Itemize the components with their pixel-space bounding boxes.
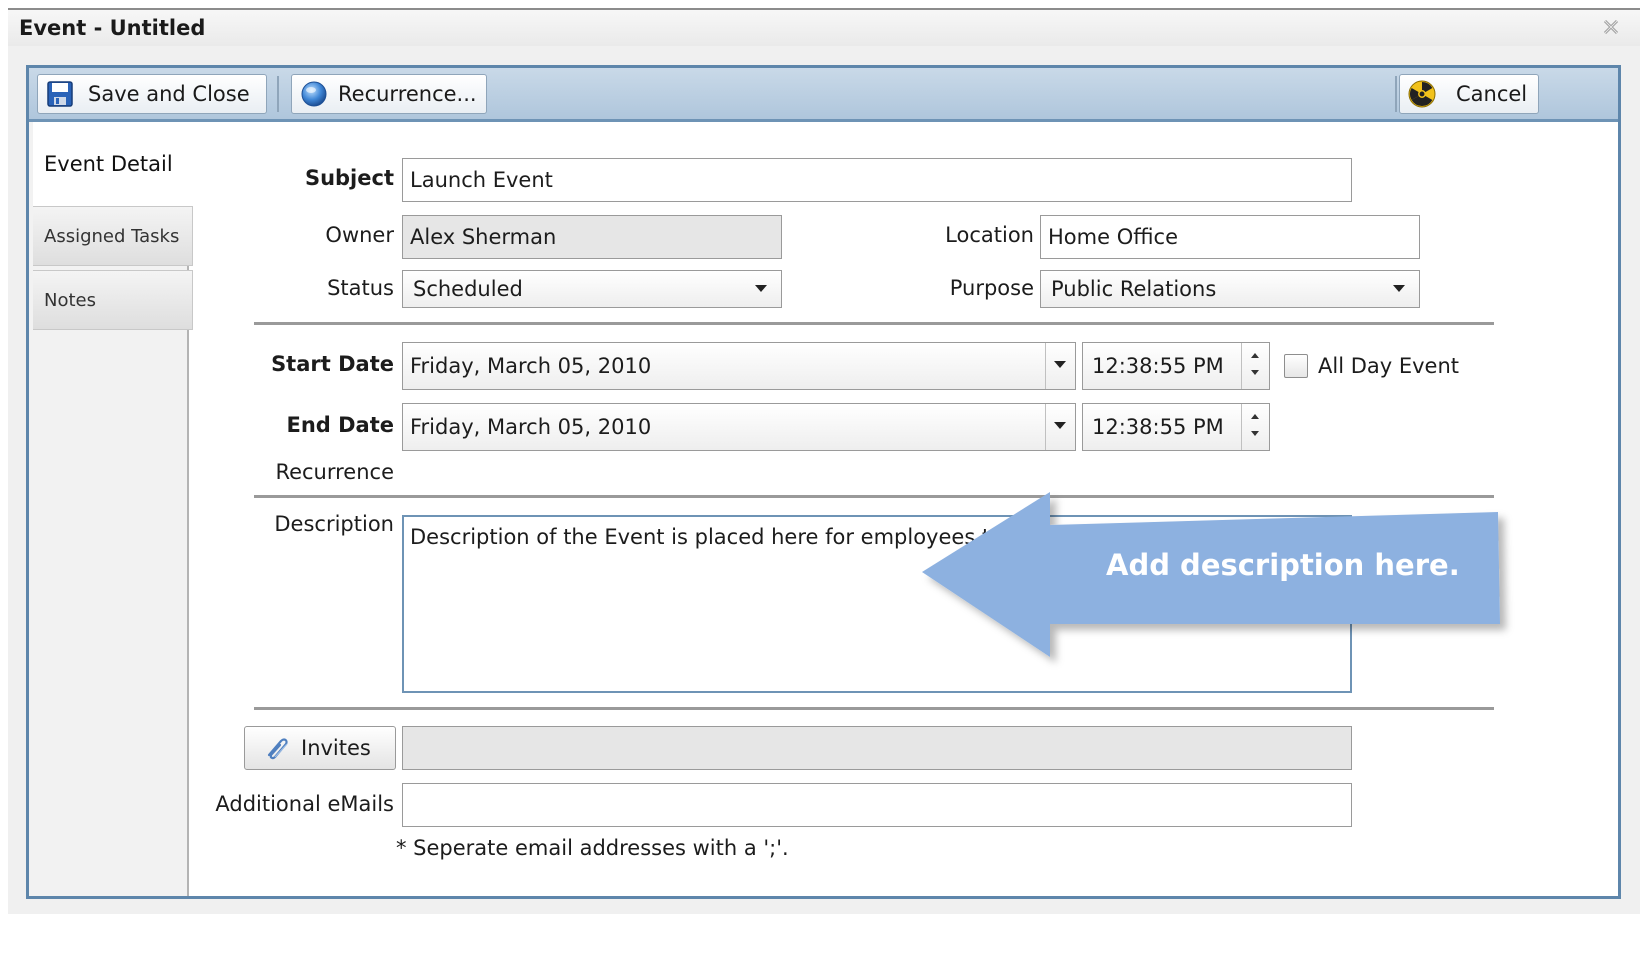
event-window: Event - Untitled Save and Close Recurren…: [8, 8, 1640, 914]
cancel-label: Cancel: [1456, 82, 1528, 106]
paperclip-icon: [263, 735, 293, 761]
owner-label: Owner: [325, 223, 394, 247]
save-and-close-label: Save and Close: [88, 82, 250, 106]
spin-down-icon: [1251, 431, 1259, 436]
end-time-spinner[interactable]: [1241, 404, 1269, 450]
additional-emails-field[interactable]: [402, 783, 1352, 827]
location-field[interactable]: Home Office: [1040, 215, 1420, 259]
owner-field: Alex Sherman: [402, 215, 782, 259]
additional-emails-label: Additional eMails: [215, 792, 394, 816]
globe-icon: [300, 80, 328, 108]
start-time-field[interactable]: 12:38:55 PM: [1082, 342, 1270, 390]
start-time-spinner[interactable]: [1241, 343, 1269, 389]
toolbar: Save and Close Recurrence... Cancel: [29, 68, 1618, 122]
purpose-value: Public Relations: [1051, 277, 1217, 301]
invites-button[interactable]: Invites: [244, 726, 396, 770]
end-date-value: Friday, March 05, 2010: [410, 415, 652, 439]
section-divider: [254, 707, 1494, 710]
tab-label: Assigned Tasks: [44, 225, 180, 247]
title-bar: Event - Untitled: [8, 10, 1640, 46]
email-separator-note: * Seperate email addresses with a ';'.: [396, 836, 789, 860]
floppy-disk-icon: [46, 80, 74, 108]
start-date-label: Start Date: [271, 352, 394, 376]
end-date-label: End Date: [286, 413, 394, 437]
tab-label: Event Detail: [44, 152, 173, 176]
section-divider: [254, 495, 1494, 498]
all-day-label: All Day Event: [1318, 354, 1460, 378]
tab-event-detail[interactable]: Event Detail: [33, 122, 191, 206]
subject-field[interactable]: Launch Event: [402, 158, 1352, 202]
purpose-label: Purpose: [949, 276, 1034, 300]
spin-down-icon: [1251, 370, 1259, 375]
end-date-dropdown[interactable]: [1045, 404, 1075, 450]
description-label: Description: [274, 512, 394, 536]
chevron-down-icon: [1393, 285, 1405, 292]
chevron-down-icon: [1054, 422, 1066, 429]
close-icon[interactable]: [1602, 18, 1620, 36]
description-textarea[interactable]: Description of the Event is placed here …: [402, 515, 1352, 693]
status-select[interactable]: Scheduled: [402, 270, 782, 308]
recurrence-button[interactable]: Recurrence...: [291, 74, 487, 114]
invites-field: [402, 726, 1352, 770]
start-date-picker[interactable]: Friday, March 05, 2010: [402, 342, 1076, 390]
spin-up-icon: [1251, 414, 1259, 419]
spin-up-icon: [1251, 353, 1259, 358]
section-divider: [254, 322, 1494, 325]
sidebar: Event Detail Assigned Tasks Notes: [29, 122, 193, 896]
end-date-picker[interactable]: Friday, March 05, 2010: [402, 403, 1076, 451]
start-time-value: 12:38:55 PM: [1092, 354, 1224, 378]
toolbar-separator: [277, 76, 279, 112]
start-date-value: Friday, March 05, 2010: [410, 354, 652, 378]
purpose-select[interactable]: Public Relations: [1040, 270, 1420, 308]
invites-label: Invites: [301, 736, 371, 760]
recurrence-label: Recurrence...: [338, 82, 477, 106]
radiation-icon: [1408, 80, 1436, 108]
tab-label: Notes: [44, 289, 96, 311]
window-title: Event - Untitled: [19, 16, 206, 40]
save-and-close-button[interactable]: Save and Close: [37, 74, 267, 114]
toolbar-separator: [1395, 76, 1397, 112]
end-time-value: 12:38:55 PM: [1092, 415, 1224, 439]
end-time-field[interactable]: 12:38:55 PM: [1082, 403, 1270, 451]
status-value: Scheduled: [413, 277, 523, 301]
recurrence-field-label: Recurrence: [275, 460, 394, 484]
chevron-down-icon: [1054, 361, 1066, 368]
tab-notes[interactable]: Notes: [33, 270, 193, 330]
cancel-button[interactable]: Cancel: [1399, 74, 1539, 114]
tab-assigned-tasks[interactable]: Assigned Tasks: [33, 206, 193, 266]
chevron-down-icon: [755, 285, 767, 292]
location-label: Location: [945, 223, 1034, 247]
subject-label: Subject: [304, 166, 394, 190]
all-day-checkbox[interactable]: [1284, 354, 1308, 378]
status-label: Status: [327, 276, 394, 300]
start-date-dropdown[interactable]: [1045, 343, 1075, 389]
